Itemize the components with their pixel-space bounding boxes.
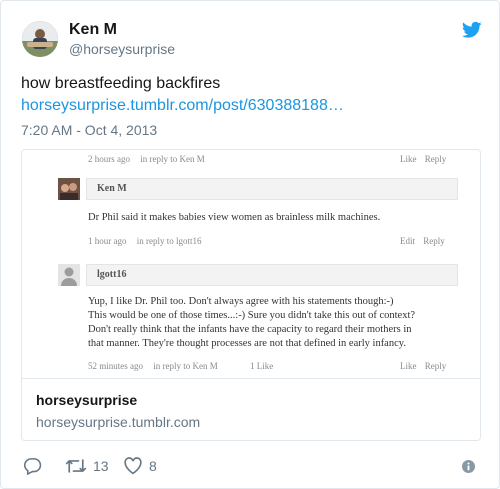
comment1-body: Dr Phil said it makes babies view women … (88, 212, 381, 223)
default-avatar-icon (58, 264, 80, 286)
comment2-time: 52 minutes ago (88, 361, 143, 371)
comment1-actions: Edit Reply (400, 236, 445, 246)
author-name[interactable]: Ken M (69, 21, 117, 39)
tweet-timestamp[interactable]: 7:20 AM - Oct 4, 2013 (21, 122, 157, 138)
comment2-body: Yup, I like Dr. Phil too. Don't always a… (88, 295, 415, 351)
heart-icon (124, 457, 142, 475)
comment2-likes: 1 Like (250, 361, 274, 371)
twitter-bird-icon[interactable] (462, 21, 482, 39)
comment2-line: This would be one of those times...:-) S… (88, 310, 416, 321)
comment1-meta: 1 hour ago in reply to lgott16 (88, 236, 202, 246)
avatar[interactable] (22, 21, 58, 57)
author-handle[interactable]: @horseysurprise (69, 41, 175, 57)
comment2-actions: Like Reply (400, 361, 447, 371)
reply-button[interactable] (23, 456, 42, 476)
tweet-header: Ken M @horseysurprise (20, 18, 482, 62)
like-button[interactable]: 8 (123, 456, 157, 476)
top-meta-time: 2 hours ago (88, 154, 130, 164)
comment2-meta: 52 minutes ago in reply to Ken M 1 Like (88, 361, 273, 371)
card-image: 2 hours ago in reply to Ken M Like Reply… (22, 150, 480, 378)
comment1-author: Ken M (97, 183, 127, 194)
comment2-line: Don't really think that the infants have… (88, 324, 412, 335)
comment2-reply: in reply to Ken M (153, 361, 218, 371)
like-count: 8 (149, 458, 157, 474)
tweet-actions: 13 8 (21, 456, 481, 478)
top-meta-reply: in reply to Ken M (140, 154, 205, 164)
card-title[interactable]: horseysurprise (36, 392, 137, 408)
comment1-time: 1 hour ago (88, 236, 127, 246)
comment1-header: Ken M (86, 178, 458, 200)
top-meta-actions: Like Reply (400, 154, 447, 164)
comment1-reply: in reply to lgott16 (136, 236, 202, 246)
comment2-line: that manner. They're thought processes a… (88, 338, 406, 349)
retweet-button[interactable]: 13 (65, 456, 109, 476)
tweet-text: how breastfeeding backfires (21, 75, 221, 92)
comment2-header: lgott16 (86, 264, 458, 286)
link-card[interactable]: 2 hours ago in reply to Ken M Like Reply… (21, 149, 481, 441)
card-domain[interactable]: horseysurprise.tumblr.com (36, 414, 200, 430)
retweet-icon (65, 459, 87, 473)
card-footer[interactable]: horseysurprise horseysurprise.tumblr.com (22, 378, 480, 440)
comment2-author: lgott16 (97, 269, 127, 280)
retweet-count: 13 (93, 458, 109, 474)
reply-icon (23, 458, 42, 475)
tweet-embed: Ken M @horseysurprise how breastfeeding … (0, 0, 500, 489)
ken-m-avatar (58, 178, 80, 200)
info-icon[interactable] (462, 460, 475, 473)
comment2-line: Yup, I like Dr. Phil too. Don't always a… (88, 296, 394, 307)
tweet-link[interactable]: horseysurprise.tumblr.com/post/630388188… (21, 97, 344, 115)
top-meta: 2 hours ago in reply to Ken M (88, 154, 205, 164)
